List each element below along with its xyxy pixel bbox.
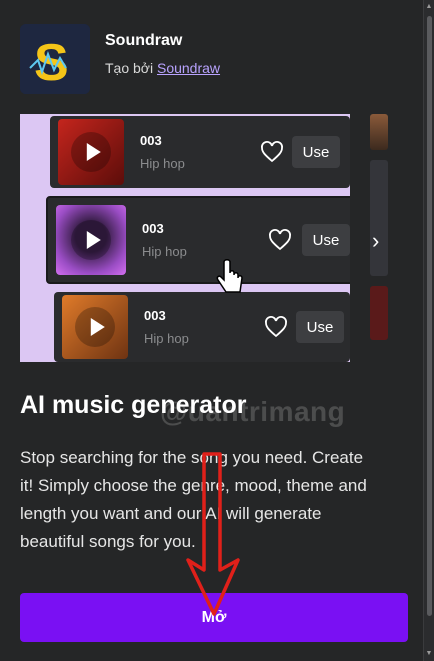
annotation-arrow bbox=[186, 452, 240, 616]
play-icon bbox=[86, 231, 101, 249]
track-genre: Hip hop bbox=[144, 331, 189, 346]
scroll-down-icon[interactable]: ▼ bbox=[425, 650, 433, 658]
play-icon bbox=[90, 318, 105, 336]
track-genre: Hip hop bbox=[140, 156, 185, 171]
app-detail-panel: S Soundraw Tạo bởi Soundraw 003 Hip hop … bbox=[0, 0, 424, 661]
use-button: Use bbox=[296, 311, 344, 343]
hand-cursor-icon bbox=[216, 259, 243, 293]
preview-track-1: 003 Hip hop Use bbox=[50, 116, 350, 188]
app-author: Tạo bởi Soundraw bbox=[105, 60, 220, 76]
use-button: Use bbox=[302, 224, 350, 256]
scrollbar-thumb[interactable] bbox=[427, 16, 432, 616]
preview-track-2: 003 Hip hop Use bbox=[46, 196, 350, 284]
app-header: S Soundraw Tạo bởi Soundraw bbox=[20, 24, 220, 94]
track-thumbnail bbox=[56, 205, 126, 275]
scroll-up-icon[interactable]: ▲ bbox=[425, 3, 433, 11]
play-icon bbox=[86, 143, 101, 161]
heart-icon bbox=[265, 316, 287, 338]
track-number: 003 bbox=[142, 221, 164, 236]
scrollbar[interactable]: ▲ ▼ bbox=[423, 0, 434, 661]
app-preview-image: 003 Hip hop Use 003 Hip hop Use 003 Hip … bbox=[20, 114, 350, 362]
track-number: 003 bbox=[140, 133, 162, 148]
next-preview-peek bbox=[370, 160, 388, 276]
author-link[interactable]: Soundraw bbox=[157, 60, 220, 76]
soundraw-logo: S bbox=[20, 24, 90, 94]
chevron-right-icon[interactable]: › bbox=[372, 228, 379, 254]
use-button: Use bbox=[292, 136, 340, 168]
track-number: 003 bbox=[144, 308, 166, 323]
track-genre: Hip hop bbox=[142, 244, 187, 259]
next-preview-peek bbox=[370, 286, 388, 340]
author-prefix: Tạo bởi bbox=[105, 60, 154, 76]
app-name: Soundraw bbox=[105, 32, 183, 49]
watermark: @uantrimang bbox=[160, 396, 346, 427]
next-preview-peek bbox=[370, 114, 388, 150]
app-meta: Soundraw Tạo bởi Soundraw bbox=[105, 32, 220, 76]
heart-icon bbox=[269, 229, 291, 251]
track-thumbnail bbox=[62, 295, 128, 359]
track-thumbnail bbox=[58, 119, 124, 185]
preview-track-3: 003 Hip hop Use bbox=[54, 292, 350, 362]
heart-icon bbox=[261, 141, 283, 163]
